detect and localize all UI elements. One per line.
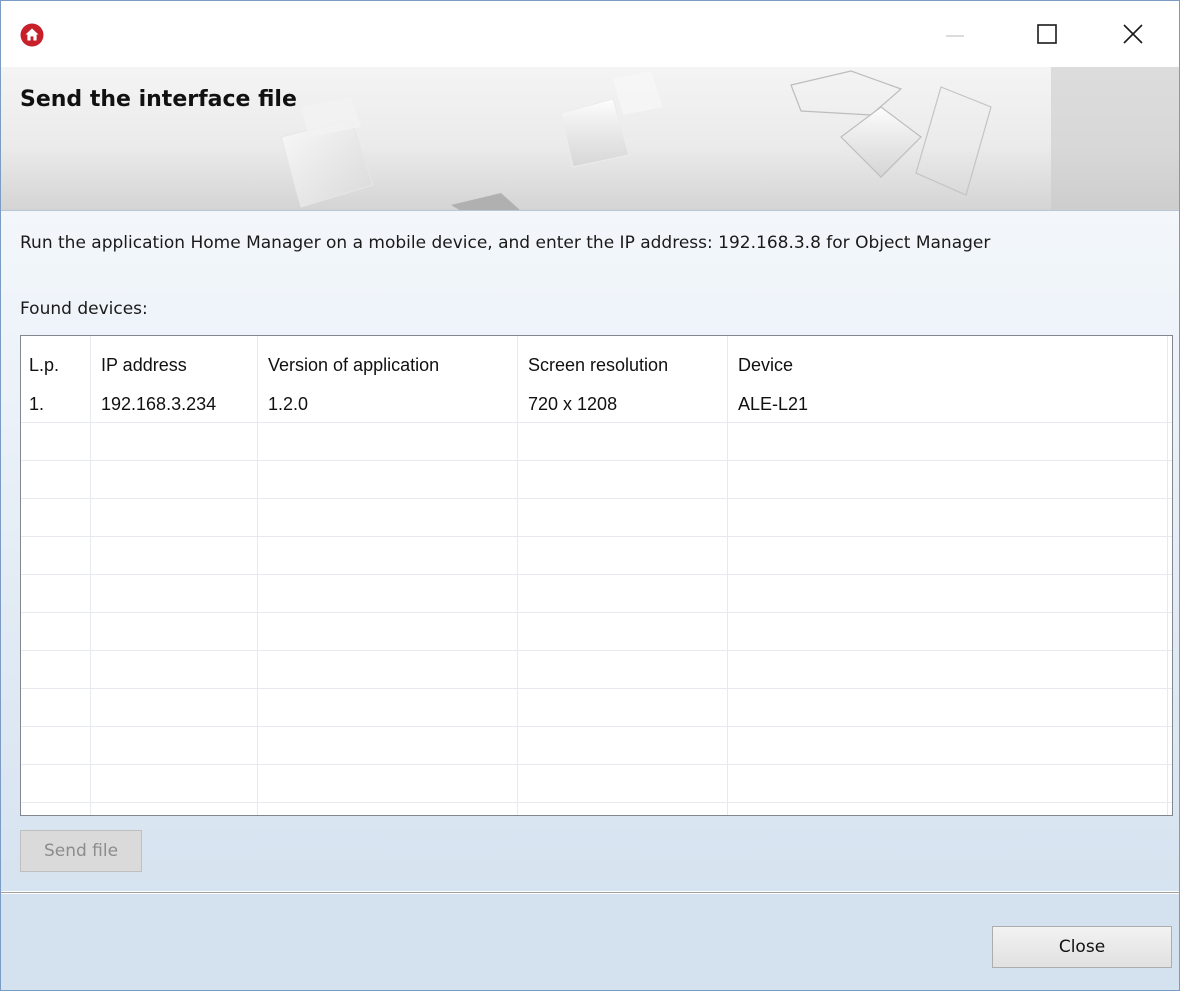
dialog-title: Send the interface file: [20, 87, 297, 112]
column-header-version[interactable]: Version of application: [258, 346, 518, 384]
maximize-icon: [1037, 24, 1057, 44]
found-devices-label: Found devices:: [20, 299, 148, 319]
devices-table[interactable]: L.p. IP address Version of application S…: [20, 335, 1173, 816]
table-cell-lp[interactable]: 1.: [21, 385, 91, 423]
close-icon: [1123, 24, 1143, 44]
home-app-icon: [20, 23, 44, 47]
minimize-button[interactable]: [909, 1, 1001, 67]
close-window-button[interactable]: [1087, 1, 1179, 67]
column-header-lp[interactable]: L.p.: [21, 346, 91, 384]
table-cell-ip-address[interactable]: 192.168.3.234: [91, 385, 258, 423]
send-interface-file-dialog: Send the interface file Run the applicat…: [0, 0, 1180, 991]
dialog-content: Run the application Home Manager on a mo…: [1, 211, 1179, 891]
maximize-button[interactable]: [1001, 1, 1093, 67]
send-file-button[interactable]: Send file: [20, 830, 142, 872]
table-cell-device[interactable]: ALE-L21: [728, 385, 1168, 423]
dialog-footer: Close: [1, 894, 1179, 990]
column-header-ip-address[interactable]: IP address: [91, 346, 258, 384]
title-bar: [1, 1, 1179, 67]
instruction-text: Run the application Home Manager on a mo…: [20, 233, 991, 253]
table-cell-screen-resolution[interactable]: 720 x 1208: [518, 385, 728, 423]
column-header-device[interactable]: Device: [728, 346, 1168, 384]
column-header-screen-resolution[interactable]: Screen resolution: [518, 346, 728, 384]
close-button[interactable]: Close: [992, 926, 1172, 968]
table-cell-version[interactable]: 1.2.0: [258, 385, 518, 423]
minimize-icon: [946, 35, 964, 37]
header-banner: Send the interface file: [1, 67, 1179, 211]
